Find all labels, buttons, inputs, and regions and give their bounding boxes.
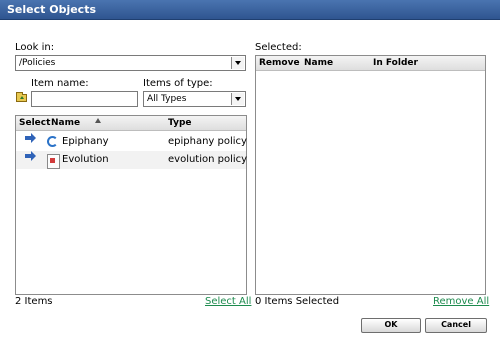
table-row[interactable]: Epiphany epiphany policy	[16, 133, 247, 151]
items-of-type-select[interactable]: All Types	[143, 91, 246, 107]
select-arrow-icon[interactable]	[25, 151, 36, 161]
row-type: epiphany policy	[168, 136, 247, 147]
grid-header: Remove Name In Folder	[256, 56, 485, 71]
column-select[interactable]: Select	[19, 118, 50, 128]
row-name: Epiphany	[62, 136, 109, 147]
remove-all-link[interactable]: Remove All	[433, 296, 489, 307]
evolution-icon	[47, 154, 60, 169]
window-title: Select Objects	[7, 3, 97, 16]
chevron-down-icon[interactable]	[231, 93, 244, 105]
selected-items-grid: Remove Name In Folder	[255, 55, 486, 295]
items-of-type-value: All Types	[147, 94, 187, 104]
row-type: evolution policy	[168, 154, 248, 165]
items-of-type-label: Items of type:	[143, 78, 213, 89]
column-in-folder[interactable]: In Folder	[373, 58, 418, 68]
ok-button[interactable]: OK	[361, 318, 421, 333]
item-name-label: Item name:	[31, 78, 89, 89]
selected-label: Selected:	[255, 42, 302, 53]
epiphany-icon	[47, 136, 58, 147]
look-in-label: Look in:	[15, 42, 55, 53]
selected-count: 0 Items Selected	[255, 296, 340, 307]
select-arrow-icon[interactable]	[25, 133, 36, 143]
sort-ascending-icon[interactable]	[95, 118, 101, 123]
cancel-button[interactable]: Cancel	[425, 318, 487, 333]
select-all-link[interactable]: Select All	[205, 296, 251, 307]
title-bar: Select Objects	[0, 0, 500, 20]
look-in-select[interactable]: /Policies	[15, 55, 246, 71]
column-remove[interactable]: Remove	[259, 58, 300, 68]
folder-up-icon[interactable]	[16, 92, 27, 102]
column-type[interactable]: Type	[168, 118, 191, 128]
row-name: Evolution	[62, 154, 109, 165]
column-name[interactable]: Name	[304, 58, 333, 68]
source-items-grid: Select Name Type Epiphany epiphany polic…	[15, 115, 247, 295]
items-count: 2 Items	[15, 296, 53, 307]
table-row[interactable]: Evolution evolution policy	[16, 151, 248, 169]
column-name[interactable]: Name	[51, 118, 80, 128]
look-in-value: /Policies	[19, 58, 56, 68]
grid-header: Select Name Type	[16, 116, 246, 131]
item-name-input[interactable]	[31, 91, 138, 107]
chevron-down-icon[interactable]	[231, 57, 244, 69]
